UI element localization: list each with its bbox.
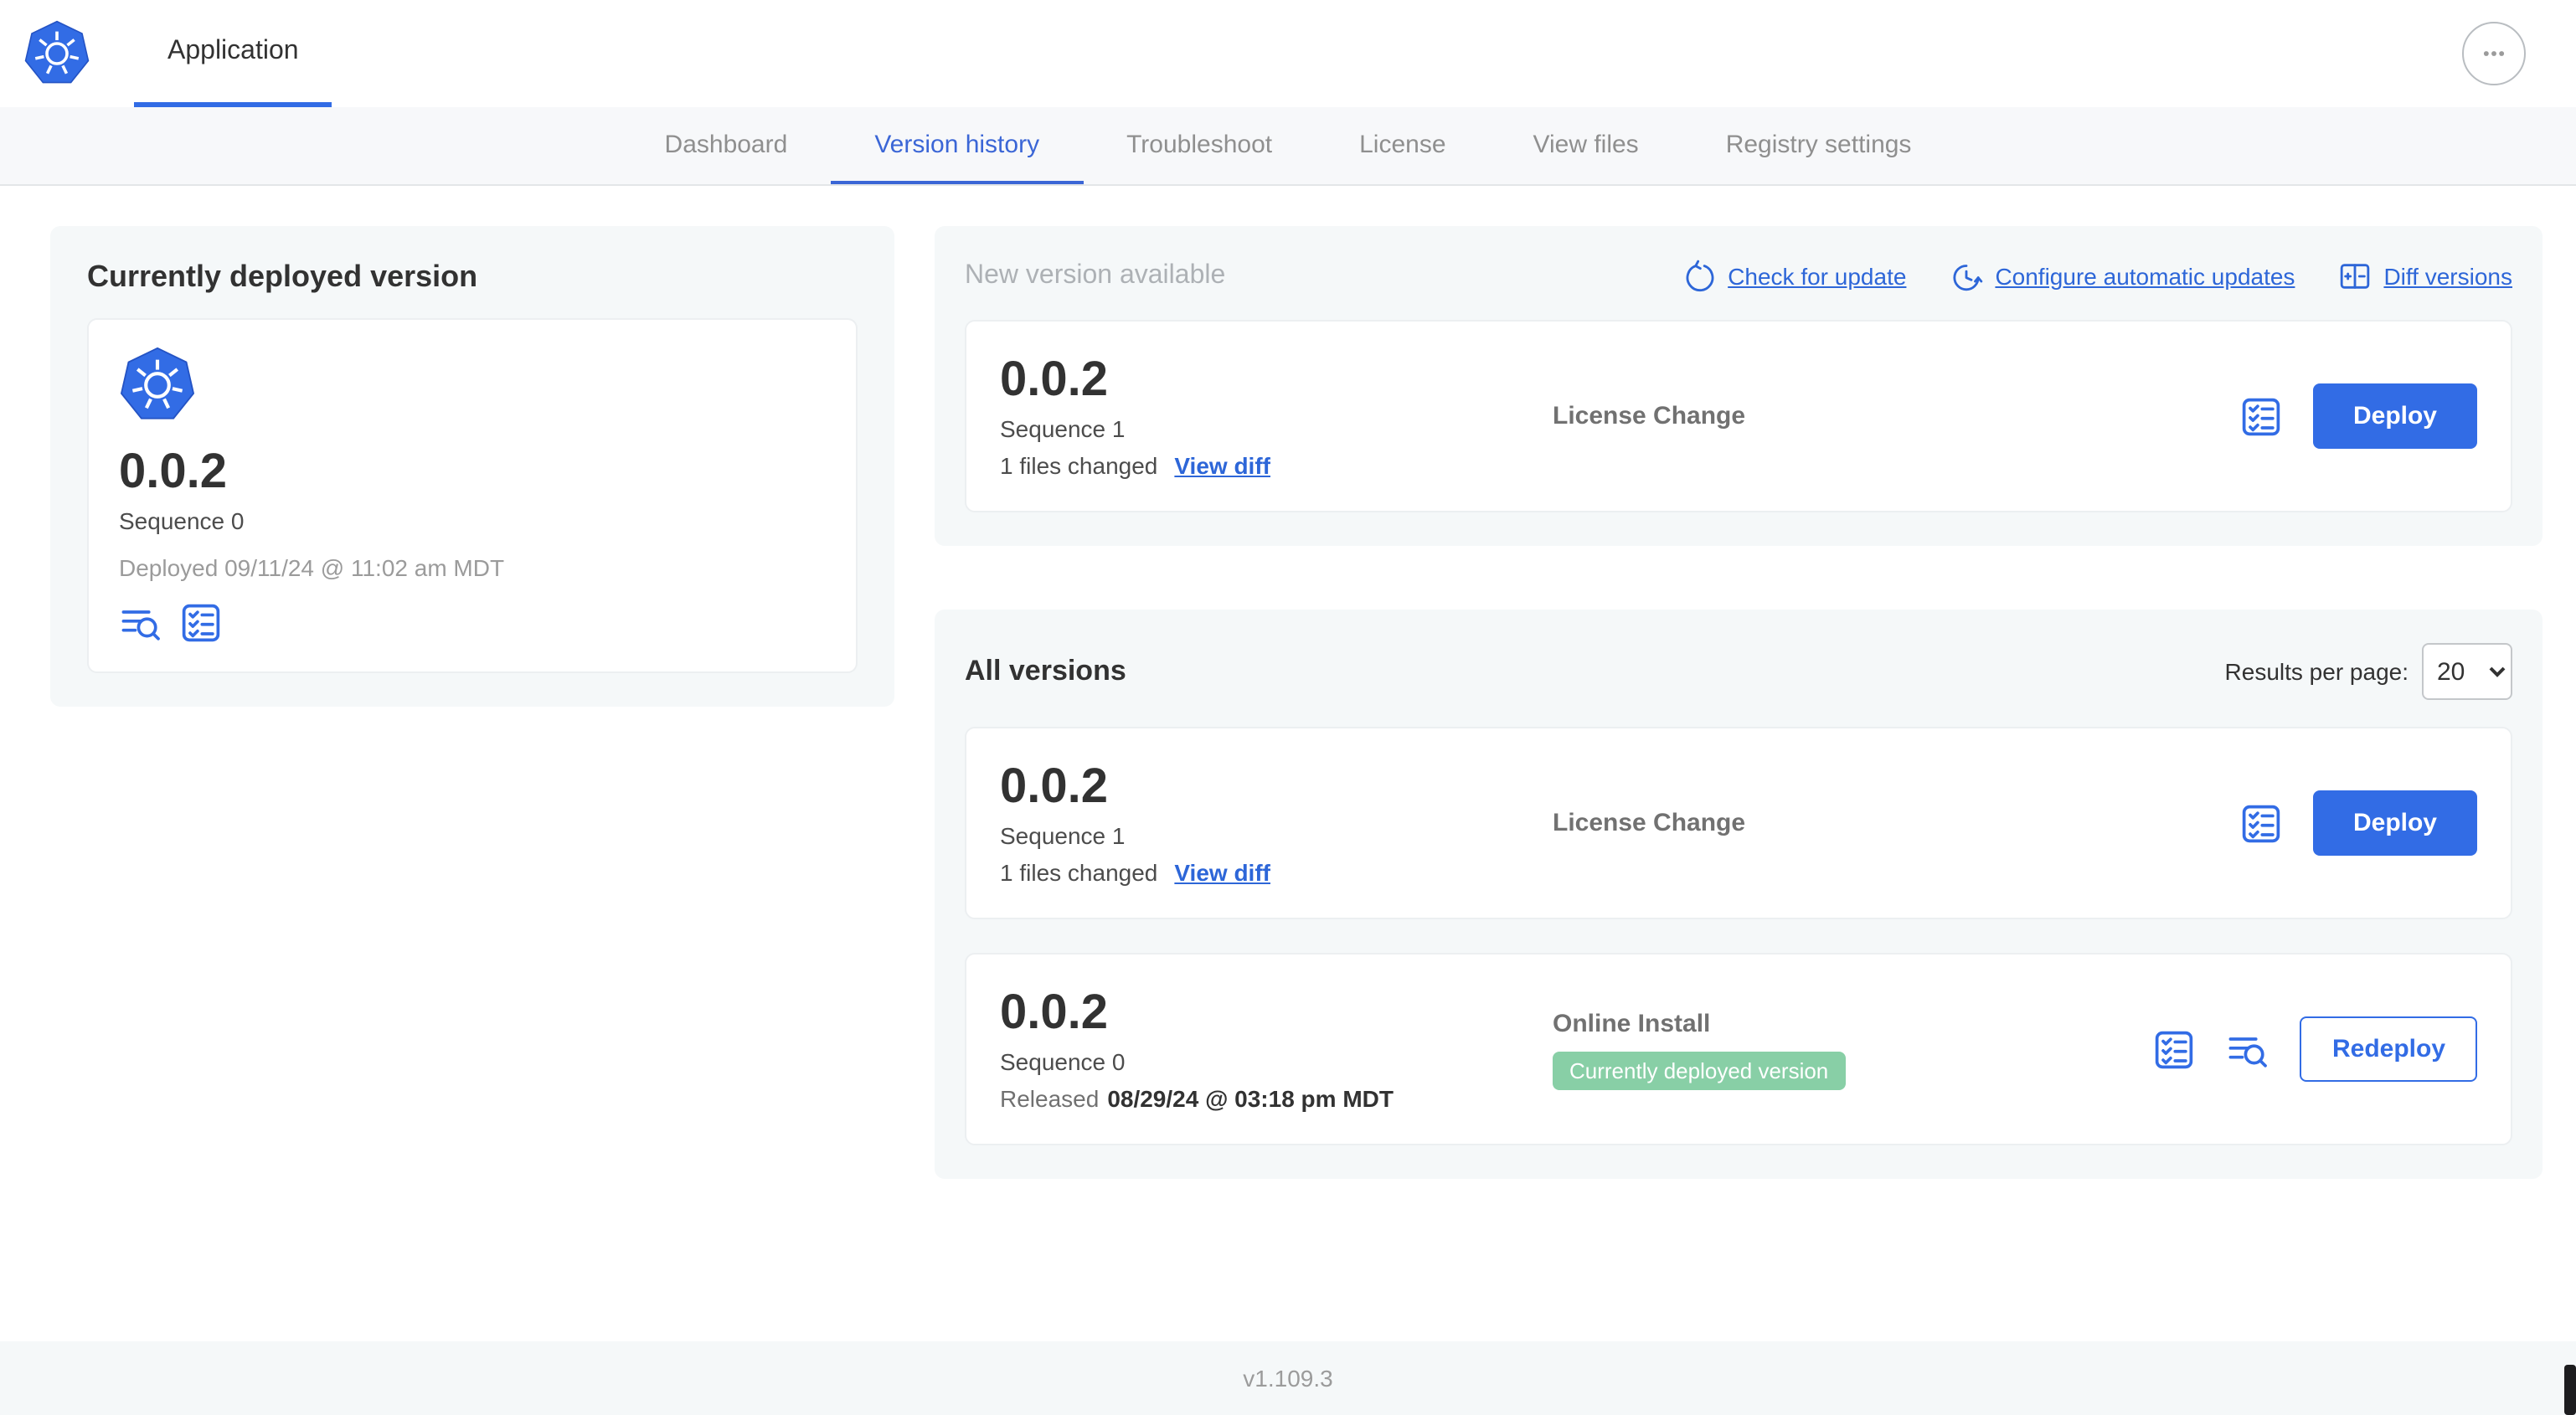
version-sequence: Sequence 0 xyxy=(1000,1048,1126,1075)
view-logs-icon[interactable] xyxy=(119,601,162,645)
all-versions-card: All versions Results per page: 20 0.0.2 … xyxy=(935,610,2543,1179)
version-info: 0.0.2 Sequence 0 Released 08/29/24 @ 03:1… xyxy=(1000,986,1553,1112)
view-diff-link[interactable]: View diff xyxy=(1174,859,1270,886)
release-notes-checklist-icon[interactable] xyxy=(2153,1027,2197,1071)
version-info: 0.0.2 Sequence 1 1 files changed View di… xyxy=(1000,353,1553,479)
deploy-button[interactable]: Deploy xyxy=(2312,383,2477,449)
new-version-row: 0.0.2 Sequence 1 1 files changed View di… xyxy=(965,320,2512,512)
current-version-actions xyxy=(119,601,826,645)
footer: v1.109.3 xyxy=(0,1341,2576,1415)
new-version-title: New version available xyxy=(965,261,1226,290)
clock-refresh-icon xyxy=(1950,260,1983,293)
tab-view-files[interactable]: View files xyxy=(1490,107,1682,184)
tab-license[interactable]: License xyxy=(1316,107,1489,184)
release-notes-checklist-icon[interactable] xyxy=(179,601,223,645)
configure-automatic-updates-link[interactable]: Configure automatic updates xyxy=(1950,260,2295,293)
new-version-card: New version available Check for update C… xyxy=(935,226,2543,546)
tab-version-history[interactable]: Version history xyxy=(831,107,1084,184)
new-version-actions: Check for update Configure automatic upd… xyxy=(1682,260,2512,293)
app-window: Application Dashboard Version history Tr… xyxy=(0,0,2576,1415)
currently-deployed-title: Currently deployed version xyxy=(87,260,478,293)
version-info: 0.0.2 Sequence 1 1 files changed View di… xyxy=(1000,760,1553,886)
view-diff-link[interactable]: View diff xyxy=(1174,452,1270,479)
ellipsis-icon xyxy=(2476,35,2512,72)
kubernetes-logo xyxy=(23,0,90,107)
deploy-button[interactable]: Deploy xyxy=(2312,790,2477,856)
configure-automatic-updates-label: Configure automatic updates xyxy=(1995,263,2295,290)
files-changed-text: 1 files changed xyxy=(1000,452,1158,479)
change-type-label: License Change xyxy=(1553,809,1746,837)
kubernetes-logo xyxy=(119,347,826,432)
files-changed-text: 1 files changed xyxy=(1000,859,1158,886)
results-per-page-label: Results per page: xyxy=(2224,658,2409,685)
current-version-number: 0.0.2 xyxy=(119,445,227,499)
version-number: 0.0.2 xyxy=(1000,353,1108,407)
release-notes-checklist-icon[interactable] xyxy=(2239,394,2283,438)
scrollbar-thumb[interactable] xyxy=(2564,1365,2576,1415)
release-notes-checklist-icon[interactable] xyxy=(2239,801,2283,845)
console-version-text: v1.109.3 xyxy=(1243,1365,1333,1392)
version-number: 0.0.2 xyxy=(1000,760,1108,814)
right-column: New version available Check for update C… xyxy=(935,226,2543,1179)
all-versions-header: All versions Results per page: 20 xyxy=(965,643,2512,700)
currently-deployed-badge: Currently deployed version xyxy=(1553,1051,1846,1089)
refresh-icon xyxy=(1682,260,1716,293)
more-options-button[interactable] xyxy=(2462,22,2526,85)
view-logs-icon[interactable] xyxy=(2227,1027,2270,1071)
results-per-page: Results per page: 20 xyxy=(2225,643,2512,700)
tab-application[interactable]: Application xyxy=(134,0,332,107)
current-version-panel: 0.0.2 Sequence 0 Deployed 09/11/24 @ 11:… xyxy=(87,318,858,673)
app-nav: Dashboard Version history Troubleshoot L… xyxy=(0,107,2576,186)
change-type-label: Online Install xyxy=(1553,1009,1711,1037)
tab-troubleshoot[interactable]: Troubleshoot xyxy=(1083,107,1316,184)
released-date: 08/29/24 @ 03:18 pm MDT xyxy=(1107,1085,1394,1112)
diff-columns-icon xyxy=(2338,260,2372,293)
new-version-header: New version available Check for update C… xyxy=(965,260,2512,293)
current-version-sequence: Sequence 0 xyxy=(119,507,245,534)
tab-dashboard[interactable]: Dashboard xyxy=(621,107,832,184)
diff-versions-label: Diff versions xyxy=(2383,263,2512,290)
released-label: Released xyxy=(1000,1085,1100,1112)
version-row: 0.0.2 Sequence 1 1 files changed View di… xyxy=(965,727,2512,919)
main-content: Currently deployed version 0.0.2 Sequenc… xyxy=(0,186,2576,1341)
currently-deployed-card: Currently deployed version 0.0.2 Sequenc… xyxy=(50,226,894,707)
current-version-deployed-timestamp: Deployed 09/11/24 @ 11:02 am MDT xyxy=(119,554,505,581)
version-sequence: Sequence 1 xyxy=(1000,822,1126,849)
results-per-page-select[interactable]: 20 xyxy=(2422,643,2512,700)
version-number: 0.0.2 xyxy=(1000,986,1108,1040)
diff-versions-link[interactable]: Diff versions xyxy=(2338,260,2512,293)
version-sequence: Sequence 1 xyxy=(1000,415,1126,442)
check-for-update-link[interactable]: Check for update xyxy=(1682,260,1906,293)
all-versions-title: All versions xyxy=(965,655,1126,687)
redeploy-button[interactable]: Redeploy xyxy=(2300,1016,2477,1082)
change-type-label: License Change xyxy=(1553,402,1746,430)
top-bar: Application xyxy=(0,0,2576,107)
version-row: 0.0.2 Sequence 0 Released 08/29/24 @ 03:1… xyxy=(965,953,2512,1145)
tab-registry-settings[interactable]: Registry settings xyxy=(1682,107,1955,184)
check-for-update-label: Check for update xyxy=(1728,263,1907,290)
released-timestamp: Released 08/29/24 @ 03:18 pm MDT xyxy=(1000,1085,1553,1112)
